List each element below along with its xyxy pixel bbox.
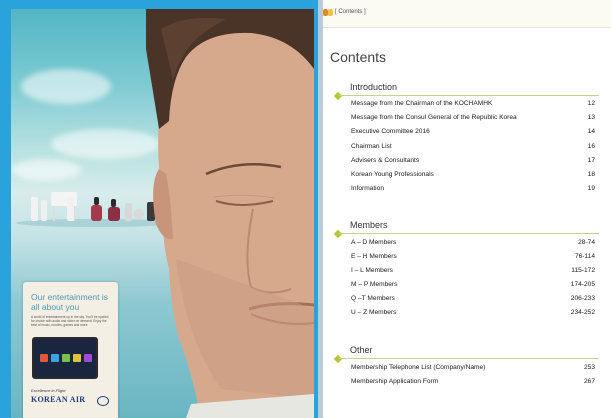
promo-headline: Our entertainment is all about you — [31, 292, 109, 312]
toc-entry-label: Message from the Consul General of the R… — [351, 114, 517, 121]
section-title-introduction: Introduction — [350, 82, 398, 92]
toc-entry[interactable]: Korean Young Professionals 18 — [351, 171, 595, 185]
toc-entry-page: 174-205 — [570, 281, 595, 288]
taegeuk-logo-icon — [97, 396, 109, 406]
toc-entry[interactable]: I – L Members 115-172 — [351, 267, 595, 281]
section-rule — [339, 233, 599, 234]
contents-page: [ Contents ] Contents Introduction Messa… — [323, 0, 611, 418]
toc-entry-label: Executive Committee 2016 — [351, 128, 430, 135]
toc-entry-page: 12 — [587, 100, 595, 107]
toc-entry[interactable]: Membership Application Form 267 — [351, 378, 595, 392]
toc-entry[interactable]: M – P Members 174-205 — [351, 281, 595, 295]
toc-entry-page: 76-114 — [574, 253, 595, 260]
toc-entry-page: 115-172 — [571, 267, 595, 274]
diamond-bullet-icon — [333, 229, 343, 239]
toc-entry[interactable]: E – H Members 76-114 — [351, 253, 595, 267]
diamond-bullet-icon — [333, 91, 343, 101]
section-title-other: Other — [350, 345, 373, 355]
toc-entry-label: Membership Telephone List (Company/Name) — [351, 364, 486, 371]
toc-entry-label: Information — [351, 185, 384, 192]
toc-entry-label: Membership Application Form — [351, 378, 439, 385]
toc-entry[interactable]: Advisers & Consultants 17 — [351, 157, 595, 171]
toc-entry[interactable]: Q –T Members 206-233 — [351, 295, 595, 309]
toc-entry-label: Advisers & Consultants — [351, 157, 420, 164]
toc-entry-label: E – H Members — [351, 253, 397, 260]
toc-entry[interactable]: Membership Telephone List (Company/Name)… — [351, 364, 595, 378]
toc-entry[interactable]: Executive Committee 2016 14 — [351, 128, 595, 142]
section-rule — [339, 95, 599, 96]
toc-entry-page: 267 — [583, 378, 595, 385]
tablet-image — [32, 337, 98, 379]
toc-entry-page: 17 — [587, 157, 595, 164]
toc-entry-page: 234-252 — [570, 309, 595, 316]
toc-entry-page: 206-233 — [570, 295, 595, 302]
page-title: Contents — [330, 49, 387, 65]
toc-entry-label: U – Z Members — [351, 309, 397, 316]
toc-entry[interactable]: Message from the Consul General of the R… — [351, 114, 595, 128]
advertisement-page: Our entertainment is all about you A wor… — [0, 0, 318, 418]
toc-entry[interactable]: Message from the Chairman of the KOCHAMH… — [351, 100, 595, 114]
section-title-members: Members — [350, 220, 388, 230]
toc-entry-page: 13 — [587, 114, 595, 121]
promo-tagline: Excellence in Flight — [31, 388, 66, 393]
toc-entry-label: Message from the Chairman of the KOCHAMH… — [351, 100, 493, 107]
toc-entry-label: I – L Members — [351, 267, 393, 274]
diamond-bullet-icon — [333, 354, 343, 364]
toc-entry[interactable]: U – Z Members 234-252 — [351, 309, 595, 323]
toc-entry-label: M – P Members — [351, 281, 398, 288]
header-bar: [ Contents ] — [323, 0, 611, 28]
section-rule — [339, 358, 599, 359]
breadcrumb: [ Contents ] — [335, 9, 366, 15]
toc-entry-page: 14 — [587, 128, 595, 135]
toc-entry-page: 28-74 — [578, 239, 595, 246]
toc-entry-label: Q –T Members — [351, 295, 395, 302]
toc-entry-page: 18 — [587, 171, 595, 178]
toc-entry[interactable]: Information 19 — [351, 185, 595, 199]
toc-entry[interactable]: Chairman List 16 — [351, 143, 595, 157]
promo-body: A world of entertainment up in the sky. … — [31, 315, 109, 327]
toc-entry-label: Korean Young Professionals — [351, 171, 434, 178]
promo-card: Our entertainment is all about you A wor… — [23, 282, 118, 418]
toc-entry-page: 16 — [587, 143, 595, 150]
toc-entry-page: 253 — [583, 364, 595, 371]
korean-air-logo: KOREAN AIR — [31, 395, 86, 404]
toc-entry[interactable]: A – D Members 28-74 — [351, 239, 595, 253]
toc-entry-label: Chairman List — [351, 143, 392, 150]
toc-entry-page: 19 — [587, 185, 595, 192]
bullet-icon — [328, 9, 333, 16]
toc-entry-label: A – D Members — [351, 239, 397, 246]
ad-photo: Our entertainment is all about you A wor… — [11, 9, 314, 418]
